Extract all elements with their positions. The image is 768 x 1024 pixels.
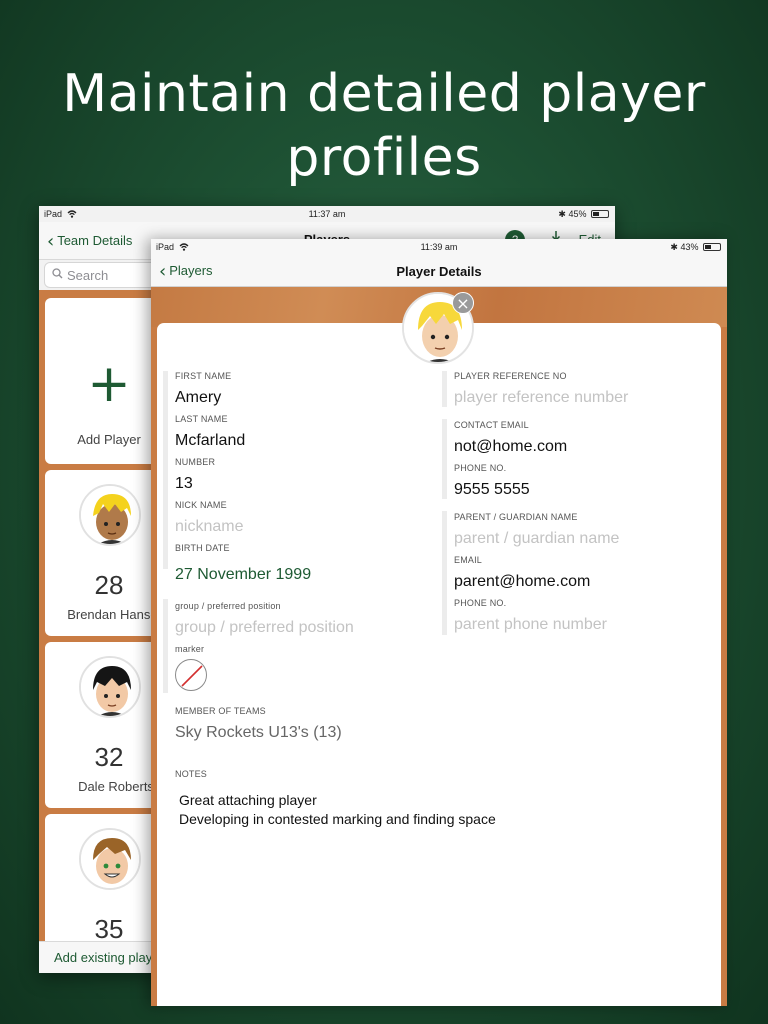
bluetooth-icon: ✱ (670, 243, 678, 253)
ref-label: PLAYER REFERENCE NO (454, 371, 567, 381)
birth-date-label: BIRTH DATE (175, 543, 230, 553)
battery-fill (705, 245, 712, 249)
status-right: ✱ 43% (670, 242, 721, 253)
number-field[interactable]: 13 (175, 475, 193, 493)
nav-title: Player Details (396, 264, 482, 279)
nick-name-label: NICK NAME (175, 500, 227, 510)
status-time: 11:37 am (308, 209, 346, 219)
notes-label: NOTES (175, 769, 208, 779)
guardian-phone-field[interactable]: parent phone number (454, 616, 607, 634)
section-bar (442, 419, 447, 499)
number-label: NUMBER (175, 457, 216, 467)
contact-email-label: CONTACT EMAIL (454, 420, 529, 430)
section-bar (442, 511, 447, 635)
ref-field[interactable]: player reference number (454, 389, 628, 407)
marker-picker[interactable] (175, 659, 207, 691)
phone-label: PHONE NO. (454, 463, 507, 473)
battery-fill (593, 212, 600, 216)
close-icon[interactable]: × (452, 292, 474, 314)
status-bar: iPad 11:37 am ✱ 45% (39, 206, 615, 222)
first-name-label: FIRST NAME (175, 371, 232, 381)
battery-icon (591, 210, 609, 218)
notes-field[interactable]: Great attaching player Developing in con… (179, 791, 699, 829)
position-field[interactable]: group / preferred position (175, 619, 354, 637)
last-name-field[interactable]: Mcfarland (175, 432, 245, 450)
status-time: 11:39 am (420, 242, 458, 252)
birth-date-field[interactable]: 27 November 1999 (175, 566, 311, 584)
avatar-icon (79, 484, 141, 546)
status-right: ✱ 45% (558, 209, 609, 220)
guardian-email-label: EMAIL (454, 555, 483, 565)
nav-bar: iPad 11:39 am ✱ 43% ‹ Players Player Deta… (151, 239, 727, 287)
position-label: group / preferred position (175, 601, 281, 611)
battery-percent: 45% (568, 209, 587, 219)
guardian-label: PARENT / GUARDIAN NAME (454, 512, 578, 522)
player-details-screen: iPad 11:39 am ✱ 43% ‹ Players Player Deta… (151, 239, 727, 1006)
details-panel: FIRST NAME Amery LAST NAME Mcfarland NUM… (157, 323, 721, 1006)
phone-field[interactable]: 9555 5555 (454, 481, 530, 499)
teams-label: MEMBER OF TEAMS (175, 706, 266, 716)
nick-name-field[interactable]: nickname (175, 518, 243, 536)
guardian-field[interactable]: parent / guardian name (454, 530, 619, 548)
section-bar (163, 599, 168, 693)
search-icon (52, 268, 63, 282)
guardian-phone-label: PHONE NO. (454, 598, 507, 608)
battery-percent: 43% (680, 242, 699, 252)
search-placeholder: Search (67, 268, 109, 283)
teams-field: Sky Rockets U13's (13) (175, 724, 342, 741)
section-bar (163, 371, 168, 569)
last-name-label: LAST NAME (175, 414, 228, 424)
guardian-email-field[interactable]: parent@home.com (454, 573, 590, 591)
no-marker-icon (181, 665, 203, 687)
section-bar (442, 371, 447, 407)
headline: Maintain detailed player profiles (62, 64, 706, 188)
avatar-icon (79, 828, 141, 890)
status-bar: iPad 11:39 am ✱ 43% (151, 239, 727, 255)
avatar-icon (79, 656, 141, 718)
first-name-field[interactable]: Amery (175, 389, 221, 407)
contact-email-field[interactable]: not@home.com (454, 438, 567, 456)
battery-icon (703, 243, 721, 251)
marker-label: marker (175, 644, 205, 654)
bluetooth-icon: ✱ (558, 210, 566, 220)
